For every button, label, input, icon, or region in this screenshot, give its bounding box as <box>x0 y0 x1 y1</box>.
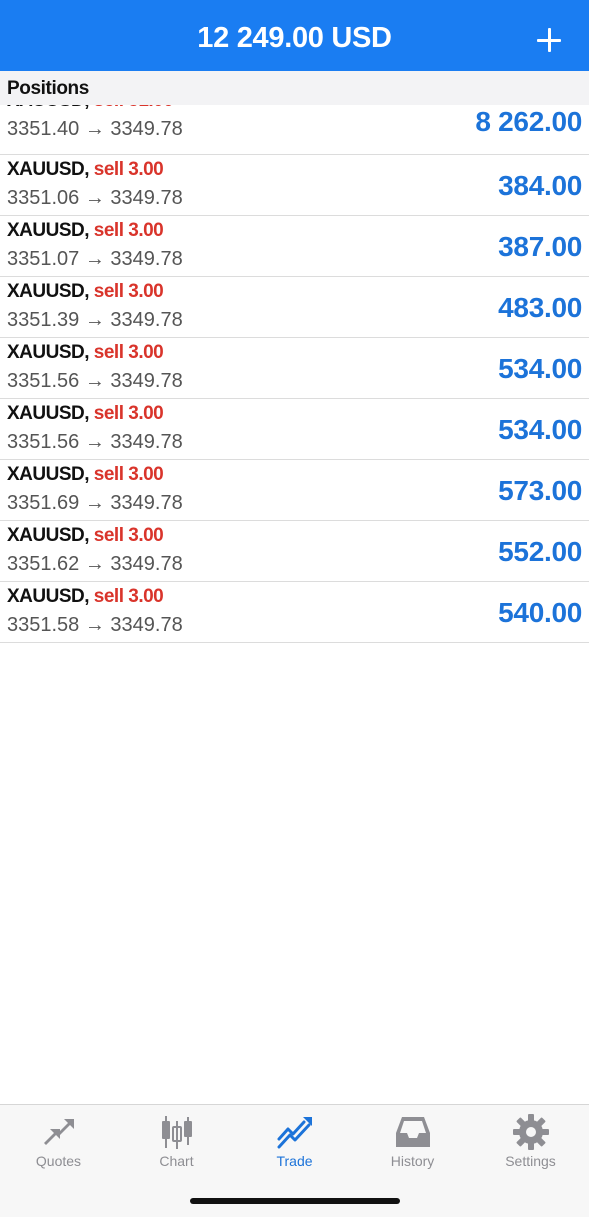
tab-label: Trade <box>276 1153 313 1169</box>
position-symbol: XAUUSD, <box>7 220 90 241</box>
position-row[interactable]: XAUUSD, sell 3.00 3351.69 → 3349.78 573.… <box>0 460 589 521</box>
position-symbol: XAUUSD, <box>7 403 90 424</box>
tab-label: History <box>390 1153 435 1169</box>
position-prices: 3351.07 → 3349.78 <box>7 248 183 270</box>
tab-history[interactable]: History <box>354 1105 471 1185</box>
position-side: sell 3.00 <box>93 525 164 546</box>
position-symbol: XAUUSD, <box>7 159 90 180</box>
tab-trade[interactable]: Trade <box>236 1105 353 1185</box>
tab-chart[interactable]: Chart <box>118 1105 235 1185</box>
position-symbol: XAUUSD, <box>7 342 90 363</box>
position-row[interactable]: XAUUSD, sell 3.00 3351.06 → 3349.78 384.… <box>0 155 589 216</box>
position-prices: 3351.40 → 3349.78 <box>7 118 183 140</box>
position-row[interactable]: XAUUSD, sell 3.00 3351.39 → 3349.78 483.… <box>0 277 589 338</box>
position-profit: 387.00 <box>498 231 582 262</box>
position-side: sell 3.00 <box>93 159 164 180</box>
account-balance: 12 249.00 USD <box>197 22 392 54</box>
position-profit: 552.00 <box>498 536 582 567</box>
position-row[interactable]: XAUUSD, sell 3.00 3351.56 → 3349.78 534.… <box>0 399 589 460</box>
position-side: sell 3.00 <box>93 586 164 607</box>
position-prices: 3351.62 → 3349.78 <box>7 553 183 575</box>
position-profit: 573.00 <box>498 475 582 506</box>
position-side: sell 3.00 <box>93 220 164 241</box>
position-profit: 540.00 <box>498 597 582 628</box>
section-header: Positions <box>0 71 589 105</box>
position-prices: 3351.56 → 3349.78 <box>7 370 183 392</box>
position-symbol: XAUUSD, <box>7 281 90 302</box>
tab-settings[interactable]: Settings <box>472 1105 589 1185</box>
candlestick-chart-icon <box>162 1116 192 1149</box>
inbox-tray-icon <box>396 1117 430 1147</box>
quotes-arrows-icon <box>44 1119 74 1145</box>
positions-list: XAUUSD, sell 51.00 3351.40 → 3349.78 8 2… <box>0 90 589 643</box>
tab-label: Quotes <box>35 1153 82 1169</box>
position-prices: 3351.56 → 3349.78 <box>7 431 183 453</box>
position-row[interactable]: XAUUSD, sell 3.00 3351.56 → 3349.78 534.… <box>0 338 589 399</box>
position-prices: 3351.06 → 3349.78 <box>7 187 183 209</box>
tab-quotes[interactable]: Quotes <box>0 1105 117 1185</box>
position-profit: 384.00 <box>498 170 582 201</box>
position-profit: 8 262.00 <box>475 106 582 137</box>
position-prices: 3351.39 → 3349.78 <box>7 309 183 331</box>
position-symbol: XAUUSD, <box>7 525 90 546</box>
position-profit: 534.00 <box>498 353 582 384</box>
tab-label: Chart <box>159 1153 194 1169</box>
position-symbol: XAUUSD, <box>7 464 90 485</box>
position-side: sell 3.00 <box>93 342 164 363</box>
plus-icon[interactable] <box>537 28 561 52</box>
position-symbol: XAUUSD, <box>7 586 90 607</box>
position-row[interactable]: XAUUSD, sell 3.00 3351.07 → 3349.78 387.… <box>0 216 589 277</box>
section-title: Positions <box>7 78 89 99</box>
tab-label: Settings <box>505 1153 556 1169</box>
position-row[interactable]: XAUUSD, sell 3.00 3351.58 → 3349.78 540.… <box>0 582 589 643</box>
top-bar: 12 249.00 USD <box>0 0 589 71</box>
position-profit: 534.00 <box>498 414 582 445</box>
gear-icon <box>513 1114 549 1150</box>
position-side: sell 3.00 <box>93 403 164 424</box>
position-row[interactable]: XAUUSD, sell 3.00 3351.62 → 3349.78 552.… <box>0 521 589 582</box>
position-prices: 3351.58 → 3349.78 <box>7 614 183 636</box>
position-prices: 3351.69 → 3349.78 <box>7 492 183 514</box>
home-indicator[interactable] <box>190 1198 400 1204</box>
position-profit: 483.00 <box>498 292 582 323</box>
trade-trend-icon <box>277 1117 312 1149</box>
position-side: sell 3.00 <box>93 464 164 485</box>
position-side: sell 3.00 <box>93 281 164 302</box>
